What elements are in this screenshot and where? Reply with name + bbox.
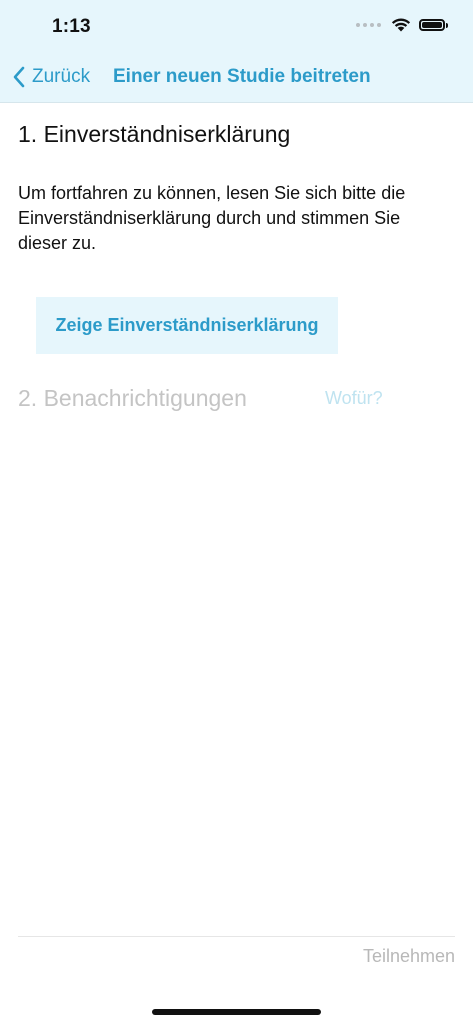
wifi-icon [391,18,411,32]
consent-description-text: Um fortfahren zu können, lesen Sie sich … [18,183,406,253]
consent-description: Um fortfahren zu können, lesen Sie sich … [18,181,448,256]
join-button[interactable]: Teilnehmen [363,946,455,967]
top-bar: 1:13 Zurück Einer neuen Studie beitreten [0,0,473,103]
status-bar: 1:13 [0,0,473,54]
notifications-help-link[interactable]: Wofür? [325,388,383,409]
status-icons [356,17,448,32]
back-button[interactable]: Zurück [12,64,90,90]
chevron-left-icon [13,66,25,88]
home-indicator[interactable] [152,1009,321,1015]
navigation-bar: Zurück Einer neuen Studie beitreten [0,54,473,100]
cellular-signal-icon [356,22,381,27]
back-button-label: Zurück [32,66,91,87]
page-title: Einer neuen Studie beitreten [113,66,371,87]
notifications-section-heading: 2. Benachrichtigungen [18,385,247,411]
status-time: 1:13 [52,16,91,37]
consent-section-heading: 1. Einverständniserklärung [18,121,291,147]
footer-divider [18,936,455,937]
show-consent-button[interactable]: Zeige Einverständniserklärung [36,297,338,354]
battery-icon [419,18,448,31]
